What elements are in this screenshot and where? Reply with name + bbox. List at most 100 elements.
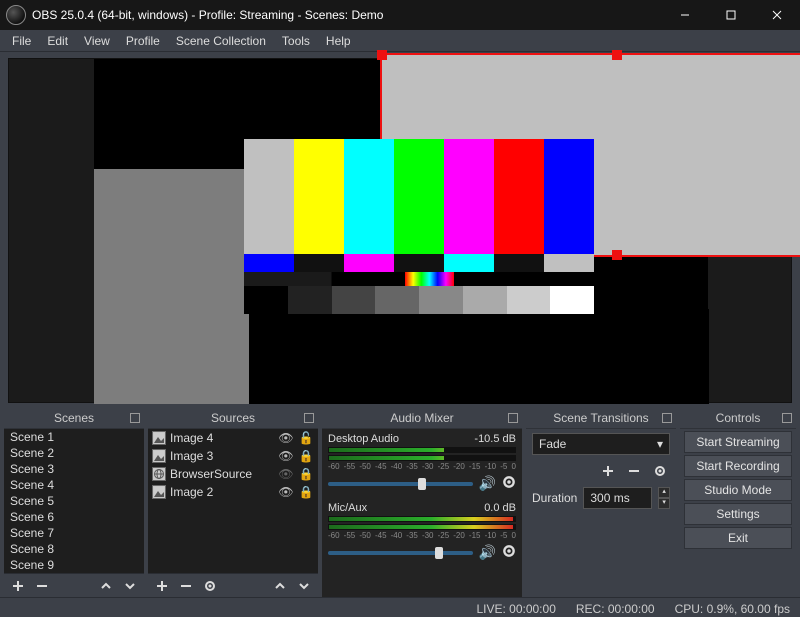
source-down-button[interactable] <box>294 576 314 596</box>
studio-mode-button[interactable]: Studio Mode <box>684 479 792 501</box>
transition-select[interactable]: Fade ▾ <box>532 433 670 455</box>
vu-meter <box>328 524 516 530</box>
source-name: Image 4 <box>170 431 274 445</box>
undock-icon[interactable] <box>782 413 792 423</box>
resize-handle-n[interactable] <box>612 50 622 60</box>
lock-toggle[interactable]: 🔒 <box>298 449 314 463</box>
menu-view[interactable]: View <box>76 32 118 50</box>
transitions-header: Scene Transitions <box>526 411 676 429</box>
resize-handle-s[interactable] <box>612 250 622 260</box>
spin-up-icon: ▴ <box>658 487 670 498</box>
meter-ticks: -60-55-50-45-40-35-30-25-20-15-10-50 <box>328 531 516 540</box>
add-scene-button[interactable] <box>8 576 28 596</box>
undock-icon[interactable] <box>508 413 518 423</box>
scene-item[interactable]: Scene 6 <box>4 509 144 525</box>
exit-button[interactable]: Exit <box>684 527 792 549</box>
start-streaming-button[interactable]: Start Streaming <box>684 431 792 453</box>
controls-header: Controls <box>680 411 796 429</box>
black-region <box>249 309 709 404</box>
menu-scene-collection[interactable]: Scene Collection <box>168 32 274 50</box>
menu-file[interactable]: File <box>4 32 39 50</box>
source-properties-button[interactable] <box>200 576 220 596</box>
channel-name: Desktop Audio <box>328 433 399 445</box>
menu-bar: File Edit View Profile Scene Collection … <box>0 30 800 52</box>
volume-slider[interactable] <box>328 551 473 555</box>
volume-slider[interactable] <box>328 482 473 486</box>
menu-profile[interactable]: Profile <box>118 32 168 50</box>
vu-meter <box>328 516 516 522</box>
vu-meter <box>328 455 516 461</box>
program-output <box>94 59 708 404</box>
visibility-toggle[interactable]: 👁 <box>278 431 294 445</box>
transition-properties-button[interactable] <box>650 461 670 481</box>
controls-panel: Controls Start Streaming Start Recording… <box>680 411 796 597</box>
image-icon <box>152 485 166 499</box>
preview-canvas[interactable] <box>8 58 792 403</box>
menu-tools[interactable]: Tools <box>274 32 318 50</box>
docks: Scenes Scene 1 Scene 2 Scene 3 Scene 4 S… <box>0 411 800 597</box>
scene-item[interactable]: Scene 9 <box>4 557 144 573</box>
undock-icon[interactable] <box>130 413 140 423</box>
scene-item[interactable]: Scene 2 <box>4 445 144 461</box>
scene-down-button[interactable] <box>120 576 140 596</box>
source-up-button[interactable] <box>270 576 290 596</box>
undock-icon[interactable] <box>304 413 314 423</box>
scene-item[interactable]: Scene 5 <box>4 493 144 509</box>
remove-scene-button[interactable] <box>32 576 52 596</box>
status-bar: LIVE: 00:00:00 REC: 00:00:00 CPU: 0.9%, … <box>0 597 800 617</box>
close-button[interactable] <box>754 0 800 30</box>
resize-handle-nw[interactable] <box>377 50 387 60</box>
visibility-toggle[interactable]: 👁 <box>278 449 294 463</box>
channel-db: 0.0 dB <box>484 502 516 514</box>
scene-item[interactable]: Scene 4 <box>4 477 144 493</box>
undock-icon[interactable] <box>662 413 672 423</box>
add-transition-button[interactable] <box>598 461 618 481</box>
scene-item[interactable]: Scene 8 <box>4 541 144 557</box>
menu-help[interactable]: Help <box>318 32 359 50</box>
lock-toggle[interactable]: 🔒 <box>298 467 314 481</box>
spin-down-icon: ▾ <box>658 498 670 509</box>
title-bar: OBS 25.0.4 (64-bit, windows) - Profile: … <box>0 0 800 30</box>
source-item[interactable]: Image 2 👁 🔒 <box>148 483 318 501</box>
scene-item[interactable]: Scene 3 <box>4 461 144 477</box>
gear-icon[interactable] <box>502 544 516 561</box>
speaker-icon[interactable]: 🔊 <box>479 544 496 561</box>
source-name: BrowserSource <box>170 467 274 481</box>
source-item[interactable]: BrowserSource 👁 🔒 <box>148 465 318 483</box>
channel-name: Mic/Aux <box>328 502 367 514</box>
duration-input[interactable]: 300 ms <box>583 487 652 509</box>
start-recording-button[interactable]: Start Recording <box>684 455 792 477</box>
add-source-button[interactable] <box>152 576 172 596</box>
transitions-body: Fade ▾ Duration 300 ms ▴▾ <box>526 429 676 595</box>
settings-button[interactable]: Settings <box>684 503 792 525</box>
vu-meter <box>328 447 516 453</box>
scene-item[interactable]: Scene 7 <box>4 525 144 541</box>
remove-source-button[interactable] <box>176 576 196 596</box>
visibility-toggle[interactable]: 👁 <box>278 467 294 481</box>
minimize-button[interactable] <box>662 0 708 30</box>
gear-icon[interactable] <box>502 475 516 492</box>
source-item[interactable]: Image 4 👁 🔓 <box>148 429 318 447</box>
lock-toggle[interactable]: 🔒 <box>298 485 314 499</box>
lock-toggle[interactable]: 🔓 <box>298 431 314 445</box>
remove-transition-button[interactable] <box>624 461 644 481</box>
speaker-icon[interactable]: 🔊 <box>479 475 496 492</box>
menu-edit[interactable]: Edit <box>39 32 76 50</box>
mixer-channel: Mic/Aux 0.0 dB -60-55-50-45-40-35-30-25-2… <box>328 502 516 561</box>
source-name: Image 2 <box>170 485 274 499</box>
transition-value: Fade <box>539 437 566 451</box>
mixer-header: Audio Mixer <box>322 411 522 429</box>
app-icon <box>6 5 26 25</box>
globe-icon <box>152 467 166 481</box>
scene-item[interactable]: Scene 1 <box>4 429 144 445</box>
sources-list[interactable]: Image 4 👁 🔓 Image 3 👁 🔒 BrowserSource 👁 … <box>148 429 318 573</box>
scenes-panel: Scenes Scene 1 Scene 2 Scene 3 Scene 4 S… <box>4 411 144 597</box>
visibility-toggle[interactable]: 👁 <box>278 485 294 499</box>
duration-spinner[interactable]: ▴▾ <box>658 487 670 509</box>
scene-up-button[interactable] <box>96 576 116 596</box>
scenes-list[interactable]: Scene 1 Scene 2 Scene 3 Scene 4 Scene 5 … <box>4 429 144 573</box>
status-live: LIVE: 00:00:00 <box>476 602 555 616</box>
meter-ticks: -60-55-50-45-40-35-30-25-20-15-10-50 <box>328 462 516 471</box>
maximize-button[interactable] <box>708 0 754 30</box>
source-item[interactable]: Image 3 👁 🔒 <box>148 447 318 465</box>
